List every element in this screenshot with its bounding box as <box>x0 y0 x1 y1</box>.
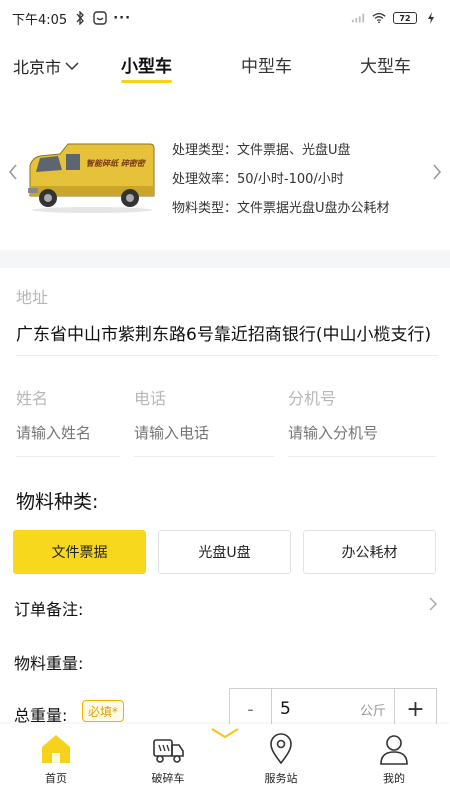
name-input[interactable] <box>16 424 120 442</box>
nav-service-station[interactable]: 服务站 <box>241 732 321 786</box>
battery-icon: 72 <box>393 12 417 24</box>
ext-input[interactable] <box>288 424 428 442</box>
signal-icon <box>351 11 365 25</box>
vehicle-info: 处理类型：文件票据、光盘U盘 处理效率：50/小时-100/小时 物料类型：文件… <box>172 136 390 223</box>
status-time: 下午4:05 <box>12 12 68 28</box>
process-type: 处理类型：文件票据、光盘U盘 <box>172 143 351 158</box>
wifi-icon <box>372 11 386 25</box>
order-note-label[interactable]: 订单备注: <box>14 596 83 620</box>
vehicle-card: 智能碎纸 碎密密 处理类型：文件票据、光盘U盘 处理效率：50/小时-100/小… <box>0 100 450 250</box>
nav-profile-label: 我的 <box>383 772 405 785</box>
divider <box>16 355 438 356</box>
material-option-disc-usb[interactable]: 光盘U盘 <box>158 530 291 574</box>
charging-icon <box>424 11 438 25</box>
city-label: 北京市 <box>13 58 62 77</box>
divider <box>16 456 120 457</box>
total-weight-label: 总重量: <box>14 706 68 725</box>
nav-profile[interactable]: 我的 <box>354 732 434 786</box>
tab-large-vehicle[interactable]: 大型车 <box>360 52 411 77</box>
address-label: 地址 <box>16 288 49 307</box>
name-label: 姓名 <box>16 389 49 408</box>
app-notification-icon <box>93 11 107 25</box>
chevron-right-icon[interactable] <box>430 162 444 182</box>
van-brand-text: 智能碎纸 碎密密 <box>86 159 147 168</box>
phone-label: 电话 <box>134 389 167 408</box>
material-section-title: 物料种类: <box>16 491 99 513</box>
weight-unit: 公斤 <box>359 703 386 719</box>
chevron-down-icon[interactable] <box>209 726 241 740</box>
chevron-left-icon[interactable] <box>6 162 20 182</box>
divider <box>288 456 436 457</box>
material-option-documents[interactable]: 文件票据 <box>13 530 146 574</box>
phone-input[interactable] <box>134 424 274 442</box>
truck-icon <box>153 739 184 763</box>
section-divider <box>0 250 450 268</box>
weight-value[interactable]: 5 <box>280 699 291 719</box>
chevron-down-icon <box>65 62 79 71</box>
divider <box>134 456 274 457</box>
material-type: 物料类型：文件票据光盘U盘办公耗材 <box>172 201 390 216</box>
decrement-button[interactable]: - <box>230 689 272 729</box>
process-efficiency: 处理效率：50/小时-100/小时 <box>172 172 344 187</box>
address-field[interactable]: 广东省中山市紫荆东路6号靠近招商银行(中山小榄支行) <box>16 320 431 345</box>
location-pin-icon <box>270 733 292 765</box>
nav-service-station-label: 服务站 <box>264 772 298 785</box>
nav-home-label: 首页 <box>45 772 67 785</box>
ext-label: 分机号 <box>288 389 337 408</box>
increment-button[interactable]: + <box>394 689 436 729</box>
city-selector[interactable]: 北京市 <box>13 54 79 78</box>
header: 北京市 小型车 中型车 大型车 <box>0 44 450 90</box>
chevron-right-icon[interactable] <box>428 596 438 612</box>
home-icon <box>42 735 70 763</box>
tab-small-vehicle[interactable]: 小型车 <box>121 52 172 83</box>
tab-medium-vehicle[interactable]: 中型车 <box>241 52 292 77</box>
material-weight-label: 物料重量: <box>14 654 84 673</box>
bluetooth-icon <box>73 11 87 25</box>
nav-home[interactable]: 首页 <box>16 732 96 786</box>
nav-shredder-truck[interactable]: 破碎车 <box>128 732 208 786</box>
required-badge: 必填* <box>82 700 125 722</box>
user-icon <box>380 735 408 765</box>
status-more: ··· <box>113 10 132 26</box>
nav-shredder-truck-label: 破碎车 <box>151 772 185 785</box>
van-image: 智能碎纸 碎密密 <box>28 143 155 213</box>
status-bar: 下午4:05 ··· 72 <box>0 0 450 36</box>
material-option-office-supplies[interactable]: 办公耗材 <box>303 530 436 574</box>
